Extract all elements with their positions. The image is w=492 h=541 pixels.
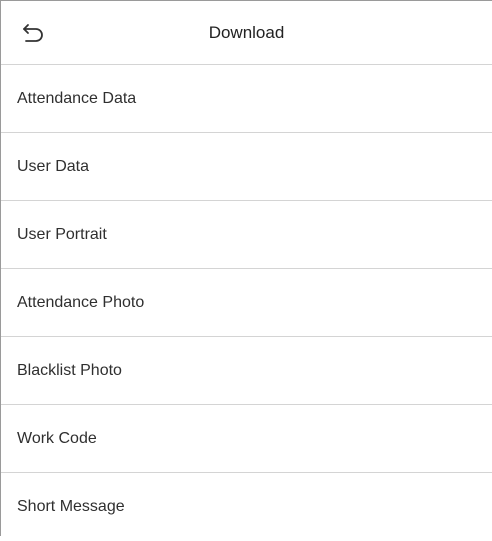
- header-bar: Download: [1, 1, 492, 65]
- download-screen: Download Attendance Data User Data User …: [0, 0, 492, 536]
- menu-item-label: User Portrait: [17, 225, 107, 243]
- back-arrow-icon: [23, 23, 43, 42]
- menu-item-work-code[interactable]: Work Code: [1, 405, 492, 473]
- menu-item-label: Attendance Photo: [17, 293, 145, 311]
- menu-item-label: User Data: [17, 157, 90, 175]
- page-title: Download: [208, 22, 285, 42]
- menu-item-label: Attendance Data: [17, 89, 137, 107]
- menu-item-label: Blacklist Photo: [17, 361, 122, 379]
- back-button[interactable]: [15, 15, 51, 51]
- menu-item-short-message[interactable]: Short Message: [1, 473, 492, 541]
- menu-item-attendance-photo[interactable]: Attendance Photo: [1, 269, 492, 337]
- menu-item-label: Work Code: [17, 429, 97, 447]
- menu-item-user-portrait[interactable]: User Portrait: [1, 201, 492, 269]
- menu-item-user-data[interactable]: User Data: [1, 133, 492, 201]
- menu-item-blacklist-photo[interactable]: Blacklist Photo: [1, 337, 492, 405]
- menu-item-label: Short Message: [17, 498, 125, 515]
- download-menu-list: Attendance Data User Data User Portrait …: [1, 65, 492, 541]
- menu-item-attendance-data[interactable]: Attendance Data: [1, 65, 492, 133]
